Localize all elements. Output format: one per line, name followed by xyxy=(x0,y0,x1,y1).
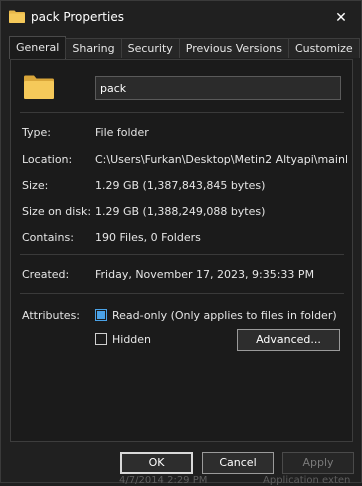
advanced-button[interactable]: Advanced... xyxy=(237,329,340,351)
close-icon: ✕ xyxy=(335,10,347,26)
tab-security[interactable]: Security xyxy=(120,38,180,58)
attributes-label: Attributes: xyxy=(22,309,81,322)
title-bar[interactable]: pack Properties ✕ xyxy=(1,1,361,35)
window-title: pack Properties xyxy=(31,10,124,24)
hidden-checkbox-label[interactable]: Hidden xyxy=(112,333,151,346)
tab-sharing[interactable]: Sharing xyxy=(65,38,122,58)
size-value: 1.29 GB (1,387,843,845 bytes) xyxy=(95,179,266,192)
ok-button[interactable]: OK xyxy=(120,452,193,474)
tab-customize[interactable]: Customize xyxy=(287,38,360,58)
created-label: Created: xyxy=(22,268,70,281)
divider xyxy=(20,293,344,294)
tab-strip: General Sharing Security Previous Versio… xyxy=(9,36,360,59)
type-value: File folder xyxy=(95,126,149,139)
hidden-checkbox[interactable] xyxy=(95,333,107,345)
divider xyxy=(20,112,344,113)
type-label: Type: xyxy=(22,126,51,139)
tab-previous-versions[interactable]: Previous Versions xyxy=(178,38,289,58)
tab-general[interactable]: General xyxy=(9,36,67,59)
created-value: Friday, November 17, 2023, 9:35:33 PM xyxy=(95,268,315,281)
folder-icon xyxy=(9,10,25,23)
folder-icon xyxy=(24,75,54,99)
general-panel: Type: File folder Location: C:\Users\Fur… xyxy=(10,59,353,442)
contains-value: 190 Files, 0 Folders xyxy=(95,231,201,244)
location-value: C:\Users\Furkan\Desktop\Metin2 Altyapi\m… xyxy=(95,153,347,166)
readonly-checkbox[interactable] xyxy=(95,309,107,321)
folder-name-input[interactable] xyxy=(95,76,341,100)
size-on-disk-value: 1.29 GB (1,388,249,088 bytes) xyxy=(95,205,266,218)
background-type-text: Application exten xyxy=(263,475,351,486)
divider xyxy=(20,254,344,255)
readonly-checkbox-label[interactable]: Read-only (Only applies to files in fold… xyxy=(112,309,337,322)
properties-dialog: pack Properties ✕ General Sharing Securi… xyxy=(0,0,362,486)
close-button[interactable]: ✕ xyxy=(331,8,351,28)
apply-button[interactable]: Apply xyxy=(282,452,354,474)
cancel-button[interactable]: Cancel xyxy=(202,452,274,474)
size-label: Size: xyxy=(22,179,49,192)
background-date-text: 4/7/2014 2:29 PM xyxy=(119,475,208,486)
location-label: Location: xyxy=(22,153,73,166)
size-on-disk-label: Size on disk: xyxy=(22,205,92,218)
contains-label: Contains: xyxy=(22,231,74,244)
